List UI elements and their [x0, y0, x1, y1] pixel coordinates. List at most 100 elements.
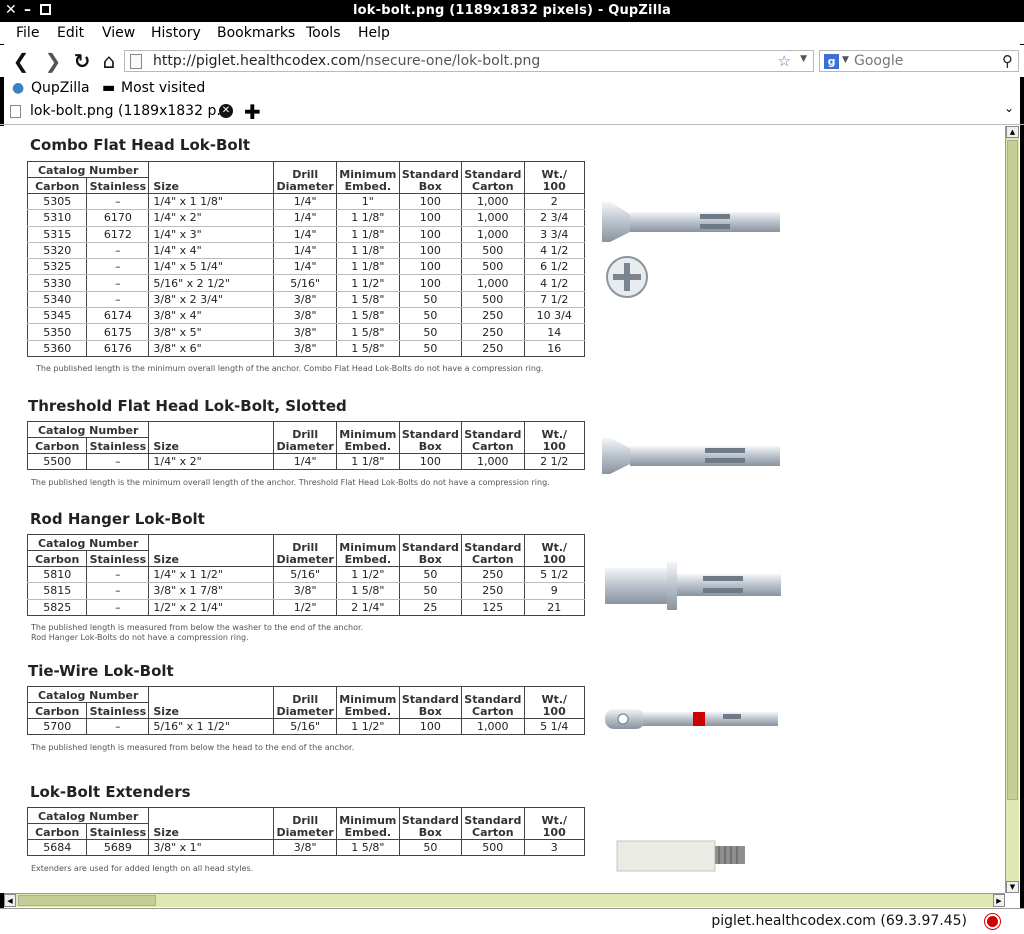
close-tab-icon[interactable]: ✕	[219, 104, 233, 118]
th-carbon: Carbon	[26, 437, 88, 454]
cell-box: 100	[398, 242, 463, 260]
url-host: http://piglet.healthcodex.com	[153, 53, 361, 69]
google-icon[interactable]: g	[824, 54, 839, 69]
th-box: Standard Box	[398, 534, 463, 567]
footnote: The published length is measured from be…	[31, 743, 355, 752]
address-bar[interactable]: http://piglet.healthcodex.com/nsecure-on…	[124, 50, 814, 72]
cell-min-embed: 1 1/2"	[336, 718, 400, 736]
th-catalog: Catalog Number	[26, 421, 150, 438]
cell-carton: 1,000	[461, 718, 525, 736]
qupzilla-icon: ●	[12, 80, 25, 96]
cell-stainless: 6174	[86, 307, 150, 325]
table-row: 5330–5/16" x 2 1/2" 5/16" 1 1/2" 100 1,000 4 …	[26, 274, 586, 292]
scroll-right-icon[interactable]: ▶	[993, 894, 1005, 907]
cell-carbon: 5330	[26, 274, 88, 292]
cell-drill: 1/2"	[273, 599, 338, 616]
cell-carbon: 5315	[26, 226, 88, 243]
cell-size: 1/4" x 4"	[148, 242, 275, 260]
cell-drill: 5/16"	[273, 566, 338, 584]
cell-carbon: 5305	[26, 193, 88, 211]
url-dropdown-icon[interactable]: ▼	[800, 54, 807, 64]
cell-size: 1/4" x 2"	[148, 209, 275, 227]
cell-stainless: –	[86, 582, 150, 600]
th-carton: Standard Carton	[461, 421, 525, 454]
scroll-up-icon[interactable]: ▲	[1006, 126, 1019, 138]
footnote: Extenders are used for added length on a…	[31, 864, 254, 873]
cell-stainless: 5689	[86, 839, 150, 857]
menu-history[interactable]: History	[151, 25, 201, 41]
vertical-scroll-thumb[interactable]	[1007, 140, 1018, 800]
cell-size: 1/4" x 1 1/2"	[148, 566, 275, 584]
menu-help[interactable]: Help	[358, 25, 390, 41]
cell-drill: 3/8"	[273, 839, 338, 857]
th-size: Size	[148, 161, 275, 194]
scroll-left-icon[interactable]: ◀	[4, 894, 16, 907]
th-carton: Standard Carton	[461, 807, 525, 840]
new-tab-icon[interactable]: ✚	[244, 100, 261, 124]
reload-icon[interactable]: ↻	[71, 50, 93, 72]
vertical-scrollbar[interactable]: ▲ ▼	[1005, 126, 1019, 893]
menu-view[interactable]: View	[102, 25, 135, 41]
th-catalog: Catalog Number	[26, 686, 150, 703]
url-text[interactable]: http://piglet.healthcodex.com/nsecure-on…	[153, 53, 540, 69]
cell-stainless: –	[86, 453, 150, 471]
cell-size: 1/4" x 3"	[148, 226, 275, 243]
search-engine-dropdown-icon[interactable]: ▼	[842, 55, 849, 65]
ssl-status-icon[interactable]	[985, 914, 1000, 929]
cell-wt: 2 1/2	[523, 453, 586, 471]
back-icon[interactable]: ❮	[10, 50, 32, 72]
cell-wt: 2	[523, 193, 586, 211]
menu-edit[interactable]: Edit	[57, 25, 84, 41]
th-drill: Drill Diameter	[273, 534, 338, 567]
th-catalog: Catalog Number	[26, 534, 150, 551]
cell-carton: 500	[461, 839, 525, 857]
home-icon[interactable]: ⌂	[98, 50, 120, 72]
th-carton: Standard Carton	[461, 686, 525, 719]
cell-size: 3/8" x 6"	[148, 340, 275, 357]
search-box[interactable]: g ▼ Google ⚲	[819, 50, 1019, 72]
cell-box: 50	[398, 307, 463, 325]
cell-box: 100	[398, 453, 463, 471]
table-row: 5305–1/4" x 1 1/8" 1/4" 1" 100 1,000 2	[26, 193, 586, 211]
search-icon[interactable]: ⚲	[1002, 52, 1013, 70]
horizontal-scrollbar[interactable]: ◀ ▶	[4, 893, 1005, 907]
menu-file[interactable]: File	[16, 25, 39, 41]
window-border-right	[1020, 22, 1024, 934]
th-min-embed: Minimum Embed.	[336, 421, 400, 454]
table-row: 5684 5689 3/8" x 1" 3/8" 1 5/8" 50 500 3	[26, 839, 586, 857]
menu-bookmarks[interactable]: Bookmarks	[217, 25, 295, 41]
menu-tools[interactable]: Tools	[306, 25, 341, 41]
tab-lok-bolt[interactable]: lok-bolt.png (1189x1832 p... ✕	[6, 101, 241, 123]
cell-min-embed: 1 1/8"	[336, 226, 400, 243]
table-body: 5700–5/16" x 1 1/2" 5/16" 1 1/2" 100 1,000 5 …	[26, 718, 586, 736]
tab-label: lok-bolt.png (1189x1832 p...	[30, 103, 230, 119]
cell-carbon: 5320	[26, 242, 88, 260]
bookmark-star-icon[interactable]: ☆	[778, 52, 791, 70]
cell-drill: 3/8"	[273, 582, 338, 600]
bookmark-qupzilla[interactable]: QupZilla	[31, 80, 90, 96]
section-title-rod-hanger: Rod Hanger Lok-Bolt	[30, 510, 205, 528]
th-stainless: Stainless	[86, 550, 150, 567]
th-drill: Drill Diameter	[273, 686, 338, 719]
tab-list-chevron-down-icon[interactable]: ⌄	[1004, 101, 1014, 115]
cell-min-embed: 1"	[336, 193, 400, 211]
bookmark-most-visited[interactable]: Most visited	[121, 80, 205, 96]
forward-icon[interactable]: ❯	[42, 50, 64, 72]
cell-carton: 500	[461, 291, 525, 309]
cell-stainless: 6176	[86, 340, 150, 357]
cell-box: 50	[398, 323, 463, 341]
menu-bar: File Edit View History Bookmarks Tools H…	[0, 22, 1024, 44]
horizontal-scroll-thumb[interactable]	[18, 895, 156, 906]
th-drill: Drill Diameter	[273, 421, 338, 454]
th-wt: Wt./100	[523, 534, 586, 567]
cell-carton: 1,000	[461, 226, 525, 243]
cell-min-embed: 2 1/4"	[336, 599, 400, 616]
scroll-down-icon[interactable]: ▼	[1006, 881, 1019, 893]
cell-drill: 1/4"	[273, 258, 338, 276]
search-placeholder[interactable]: Google	[854, 53, 903, 69]
th-box: Standard Box	[398, 421, 463, 454]
th-carbon: Carbon	[26, 823, 88, 840]
cell-min-embed: 1 5/8"	[336, 340, 400, 357]
cell-size: 3/8" x 1 7/8"	[148, 582, 275, 600]
cell-size: 5/16" x 1 1/2"	[148, 718, 275, 736]
